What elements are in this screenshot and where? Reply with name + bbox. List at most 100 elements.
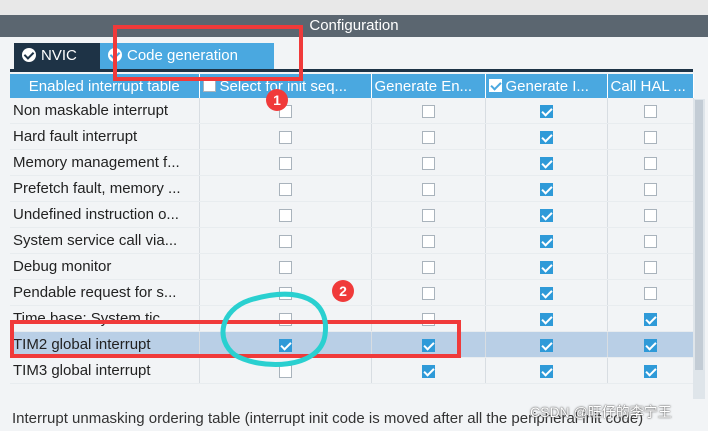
table-row[interactable]: Prefetch fault, memory ... [10,175,694,202]
checkbox-cell [199,253,372,280]
checkbox-cell [607,98,694,124]
row-checkbox[interactable] [421,364,435,378]
row-checkbox[interactable] [421,260,435,274]
checkbox-cell [485,331,608,358]
checkbox-cell [371,201,486,228]
row-checkbox[interactable] [539,234,553,248]
row-checkbox[interactable] [539,104,553,118]
row-checkbox[interactable] [539,208,553,222]
table-row[interactable]: Memory management f... [10,149,694,176]
row-checkbox[interactable] [278,182,292,196]
checkbox-cell [199,149,372,176]
row-checkbox[interactable] [539,260,553,274]
row-checkbox[interactable] [278,130,292,144]
checkbox-cell [607,175,694,202]
row-checkbox[interactable] [421,182,435,196]
checkbox-cell [485,98,608,124]
annotation-box-tab [113,25,303,81]
checkbox-cell [607,149,694,176]
panel-title: Configuration [0,15,708,37]
row-checkbox[interactable] [643,130,657,144]
table-row[interactable]: System service call via... [10,227,694,254]
checkbox-cell [371,253,486,280]
scrollbar-thumb[interactable] [695,100,703,370]
row-checkbox[interactable] [539,364,553,378]
table-row[interactable]: Undefined instruction o... [10,201,694,228]
row-checkbox[interactable] [643,312,657,326]
tab-nvic[interactable]: NVIC [14,43,100,69]
annotation-circle-stroke [220,291,329,367]
checkbox-cell [485,123,608,150]
checkbox-cell [199,123,372,150]
checkbox-cell [199,201,372,228]
checkbox-cell [485,357,608,384]
table-row[interactable]: Debug monitor [10,253,694,280]
row-checkbox[interactable] [643,364,657,378]
table-row[interactable]: TIM3 global interrupt [10,357,694,384]
interrupt-name: Non maskable interrupt [10,98,200,124]
row-checkbox[interactable] [643,286,657,300]
checkbox-cell [371,279,486,306]
row-checkbox[interactable] [421,286,435,300]
row-checkbox[interactable] [643,208,657,222]
top-strip [0,0,708,15]
checkbox-cell [607,123,694,150]
checkbox-cell [371,175,486,202]
row-checkbox[interactable] [539,156,553,170]
interrupt-name: Hard fault interrupt [10,123,200,150]
checkbox-cell [485,201,608,228]
interrupt-name: Debug monitor [10,253,200,280]
row-checkbox[interactable] [421,130,435,144]
row-checkbox[interactable] [278,260,292,274]
row-checkbox[interactable] [278,208,292,222]
row-checkbox[interactable] [421,234,435,248]
checkbox-cell [371,227,486,254]
row-checkbox[interactable] [539,338,553,352]
checkbox-cell [485,305,608,332]
checkbox-cell [371,98,486,124]
interrupt-name: Prefetch fault, memory ... [10,175,200,202]
row-checkbox[interactable] [278,234,292,248]
row-checkbox[interactable] [643,182,657,196]
row-checkbox[interactable] [539,182,553,196]
checkbox-cell [199,175,372,202]
row-checkbox[interactable] [643,104,657,118]
checkbox-cell [607,227,694,254]
checkbox-cell [485,227,608,254]
row-checkbox[interactable] [278,156,292,170]
checkbox-cell [607,331,694,358]
checkbox-cell [607,279,694,306]
checkbox-cell [371,357,486,384]
checkbox-cell [607,305,694,332]
header-checkbox[interactable] [488,78,502,92]
row-checkbox[interactable] [421,156,435,170]
tab-nvic-label: NVIC [41,47,77,64]
annotation-circle [220,291,329,367]
row-checkbox[interactable] [643,260,657,274]
col-generate-irq-handler[interactable]: Generate I... [485,74,608,98]
col-call-hal-handler[interactable]: Call HAL ... [607,74,694,98]
row-checkbox[interactable] [421,104,435,118]
checkbox-cell [199,227,372,254]
interrupt-name: Memory management f... [10,149,200,176]
col-header-label: Call HAL ... [610,77,686,95]
annotation-badge-1: 1 [266,89,288,111]
checkbox-cell [371,149,486,176]
interrupt-name: System service call via... [10,227,200,254]
checkbox-cell [485,253,608,280]
row-checkbox[interactable] [539,312,553,326]
row-checkbox[interactable] [539,130,553,144]
table-row[interactable]: Hard fault interrupt [10,123,694,150]
row-checkbox[interactable] [643,156,657,170]
table-row[interactable]: Non maskable interrupt [10,98,694,124]
checkbox-cell [607,201,694,228]
col-generate-enable[interactable]: Generate En... [371,74,486,98]
row-checkbox[interactable] [643,234,657,248]
checkbox-cell [485,279,608,306]
row-checkbox[interactable] [421,208,435,222]
row-checkbox[interactable] [539,286,553,300]
col-header-label: Generate En... [374,77,473,95]
row-checkbox[interactable] [643,338,657,352]
interrupt-name: Pendable request for s... [10,279,200,306]
check-circle-icon [22,48,36,62]
